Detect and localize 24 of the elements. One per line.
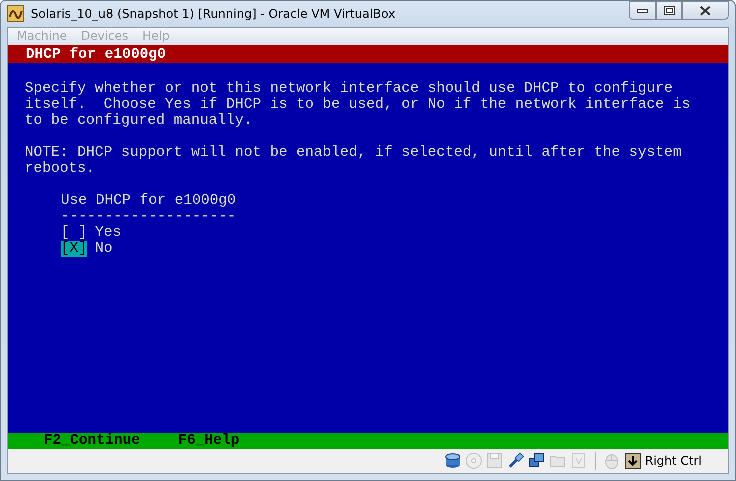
hard-disk-icon[interactable] — [444, 452, 462, 470]
function-key-label: F2_Continue — [44, 433, 140, 449]
screen-header: DHCP for e1000g0 — [8, 45, 728, 63]
function-key-label: F6_Help — [178, 433, 240, 449]
rule-text: -------------------- — [61, 209, 238, 225]
usb-plug-icon[interactable] — [507, 452, 526, 470]
minimize-button[interactable] — [629, 1, 656, 20]
option-label: Yes — [95, 225, 122, 241]
close-icon — [700, 6, 711, 16]
paragraph: NOTE: DHCP support will not be enabled, if selected, until after the system reboots. — [25, 145, 683, 177]
host-key-label: Right Ctrl — [645, 453, 702, 470]
minimize-icon — [637, 8, 648, 12]
app-icon — [7, 5, 25, 23]
checkbox[interactable]: [X] — [61, 241, 88, 257]
network-icon[interactable] — [528, 452, 546, 470]
question-text: Use DHCP for e1000g0 — [61, 193, 238, 209]
paragraph: Specify whether or not this network interface should use DHCP to configure itself. Choose Yes if DHCP is to be used, or No if the network interface is to be configured manually. — [25, 81, 692, 129]
checkbox[interactable]: [ ] — [61, 225, 88, 241]
arrow-down-icon[interactable] — [624, 452, 642, 470]
close-button[interactable] — [682, 1, 729, 20]
maximize-button[interactable] — [656, 1, 682, 20]
window-title: Solaris_10_u8 (Snapshot 1) [Running] - Oracle VM VirtualBox — [31, 6, 396, 23]
option-label: No — [95, 241, 113, 257]
maximize-icon — [664, 6, 674, 15]
